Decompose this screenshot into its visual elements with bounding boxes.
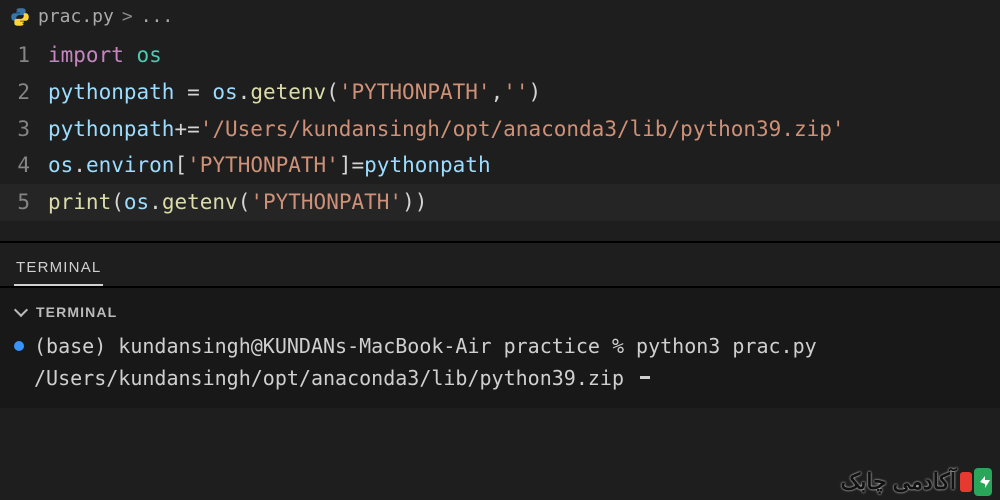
chevron-right-icon: >: [122, 6, 133, 27]
code-line[interactable]: 1import os: [0, 37, 1000, 74]
line-number: 4: [0, 147, 48, 184]
status-dot-icon: [14, 341, 24, 351]
watermark-logo-icon: [960, 468, 994, 496]
terminal-output[interactable]: (base) kundansingh@KUNDANs-MacBook-Air p…: [14, 330, 986, 394]
watermark-text: آکادمی چابک: [841, 469, 956, 495]
terminal-panel: TERMINAL (base) kundansingh@KUNDANs-MacB…: [0, 288, 1000, 408]
terminal-text: /Users/kundansingh/opt/anaconda3/lib/pyt…: [34, 362, 624, 394]
terminal-line: /Users/kundansingh/opt/anaconda3/lib/pyt…: [14, 362, 986, 394]
chevron-down-icon: [14, 303, 28, 317]
code-editor[interactable]: 1import os2pythonpath = os.getenv('PYTHO…: [0, 33, 1000, 241]
code-line[interactable]: 2pythonpath = os.getenv('PYTHONPATH',''): [0, 74, 1000, 111]
watermark: آکادمی چابک: [841, 468, 994, 496]
code-content[interactable]: import os: [48, 37, 162, 74]
line-number: 1: [0, 37, 48, 74]
breadcrumb-filename[interactable]: prac.py: [38, 6, 114, 27]
code-content[interactable]: pythonpath+='/Users/kundansingh/opt/anac…: [48, 111, 845, 148]
terminal-header-label: TERMINAL: [36, 304, 117, 320]
terminal-text: (base) kundansingh@KUNDANs-MacBook-Air p…: [34, 330, 817, 362]
code-line[interactable]: 3pythonpath+='/Users/kundansingh/opt/ana…: [0, 111, 1000, 148]
terminal-cursor: [640, 376, 650, 379]
code-line[interactable]: 5print(os.getenv('PYTHONPATH')): [0, 184, 1000, 221]
terminal-line: (base) kundansingh@KUNDANs-MacBook-Air p…: [14, 330, 986, 362]
breadcrumb-ellipsis[interactable]: ...: [141, 6, 174, 27]
code-content[interactable]: print(os.getenv('PYTHONPATH')): [48, 184, 427, 221]
tab-terminal[interactable]: TERMINAL: [14, 253, 103, 286]
code-content[interactable]: os.environ['PYTHONPATH']=pythonpath: [48, 147, 491, 184]
breadcrumb: prac.py > ...: [0, 0, 1000, 33]
code-content[interactable]: pythonpath = os.getenv('PYTHONPATH',''): [48, 74, 541, 111]
line-number: 2: [0, 74, 48, 111]
python-file-icon: [10, 7, 30, 27]
terminal-section-header[interactable]: TERMINAL: [14, 298, 986, 330]
line-number: 3: [0, 111, 48, 148]
code-line[interactable]: 4os.environ['PYTHONPATH']=pythonpath: [0, 147, 1000, 184]
line-number: 5: [0, 184, 48, 221]
panel-tabs: TERMINAL: [0, 243, 1000, 286]
